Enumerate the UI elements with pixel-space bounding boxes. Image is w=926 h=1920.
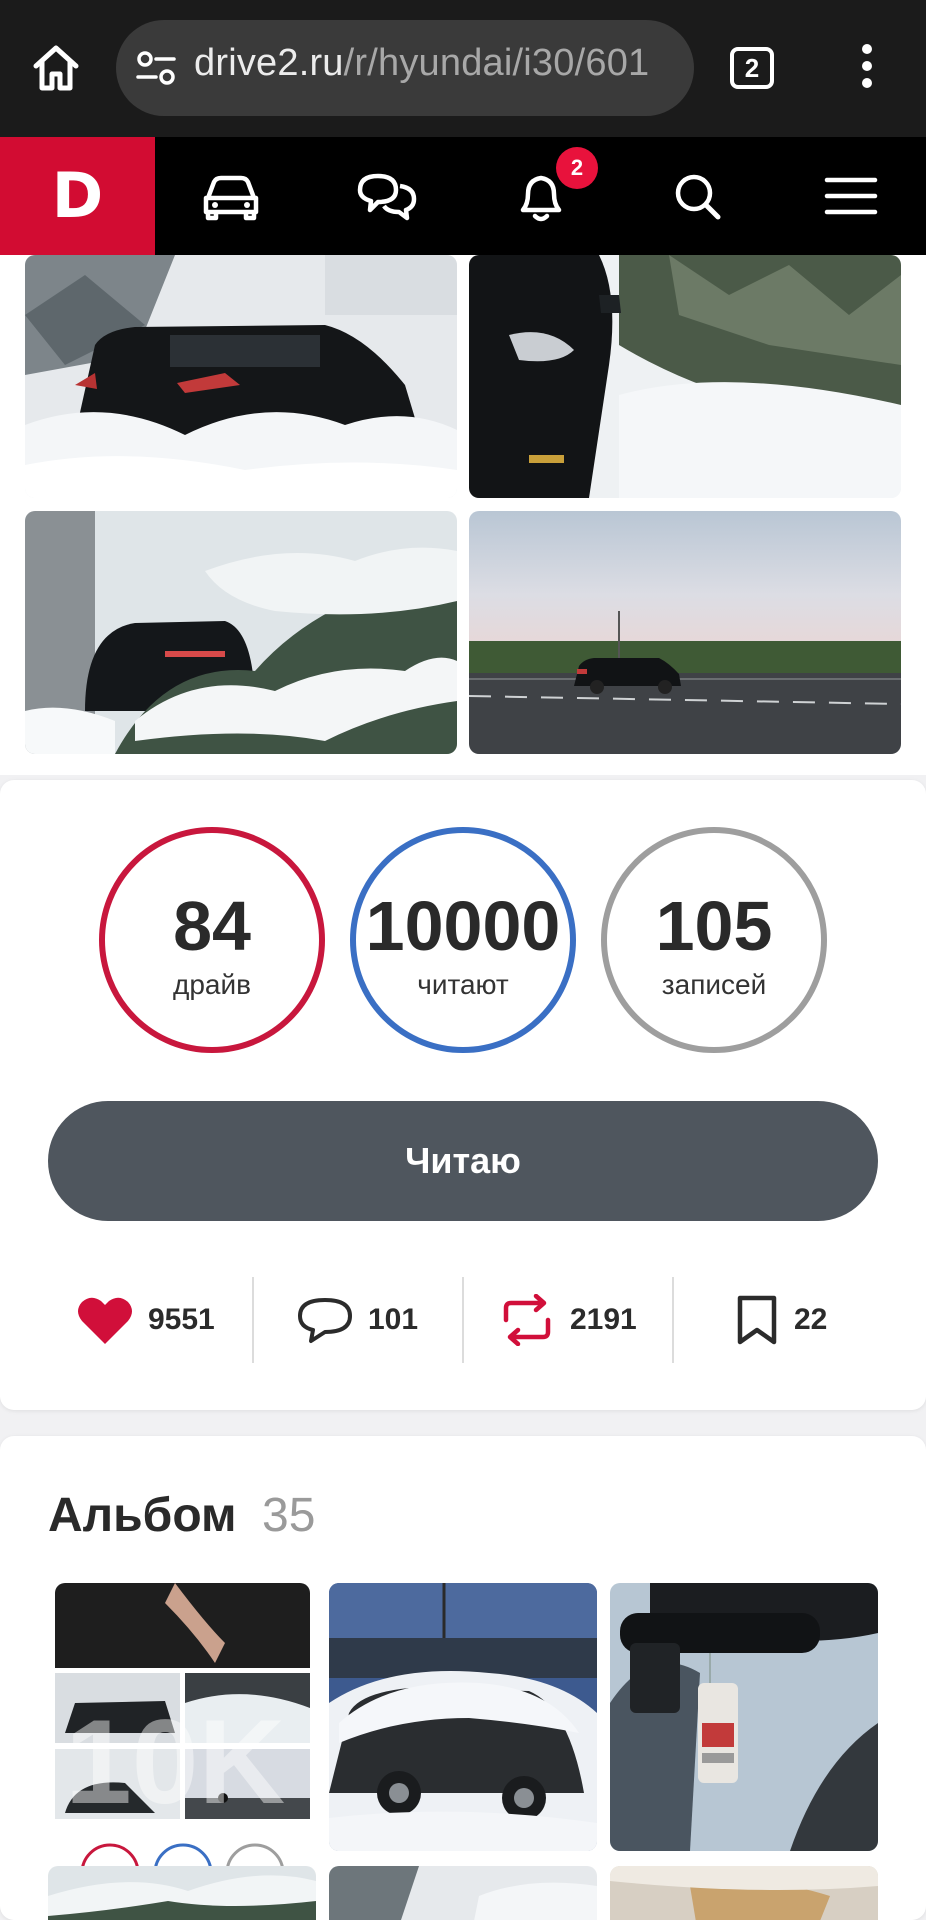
photo-car-front-snow[interactable]: [469, 255, 901, 498]
likes-count: 9551: [148, 1303, 215, 1336]
url-text[interactable]: drive2.ru/r/hyundai/i30/601: [194, 42, 649, 85]
divider: [672, 1277, 674, 1363]
read-toggle-button[interactable]: Читаю: [48, 1101, 878, 1221]
readers-stat-circle[interactable]: 10000 читают: [350, 827, 576, 1053]
more-menu-icon[interactable]: [860, 44, 874, 94]
photo-car-on-road[interactable]: [469, 511, 901, 754]
heart-icon: [78, 1297, 132, 1344]
repost-button[interactable]: 2191: [498, 1277, 637, 1363]
photo-car-behind-fir[interactable]: [25, 511, 457, 754]
comment-icon: [298, 1298, 352, 1343]
repost-icon: [503, 1294, 551, 1346]
profile-stats-card: 84 драйв 10000 читают 105 записей Читаю …: [0, 780, 926, 1410]
bookmark-icon: [737, 1295, 777, 1345]
posts-value: 105: [655, 887, 773, 965]
album-thumb-row2-1[interactable]: [48, 1866, 316, 1920]
comments-button[interactable]: 101: [296, 1277, 418, 1363]
bookmarks-count: 22: [794, 1303, 828, 1336]
album-thumb-row2-3[interactable]: [610, 1866, 878, 1920]
like-button[interactable]: 9551: [76, 1277, 215, 1363]
notification-badge: 2: [556, 147, 598, 189]
divider: [462, 1277, 464, 1363]
collage-overlay-text: 10K: [65, 1695, 285, 1829]
address-bar[interactable]: drive2.ru/r/hyundai/i30/601: [116, 20, 694, 116]
album-thumb-mirror-tag[interactable]: [610, 1583, 878, 1851]
browser-toolbar: drive2.ru/r/hyundai/i30/601 2: [0, 0, 926, 137]
drive-stat-circle[interactable]: 84 драйв: [99, 827, 325, 1053]
url-path: /r/hyundai/i30/601: [343, 42, 650, 84]
drive-label: драйв: [173, 969, 251, 1000]
album-section: Альбом 35 10K: [0, 1436, 926, 1920]
album-count: 35: [262, 1489, 316, 1542]
drive-value: 84: [173, 887, 251, 965]
car-icon[interactable]: [198, 166, 264, 226]
album-thumb-row2-2[interactable]: [329, 1866, 597, 1920]
posts-label: записей: [661, 969, 767, 1000]
album-thumb-snow-car[interactable]: [329, 1583, 597, 1851]
tab-switcher-button[interactable]: 2: [730, 47, 774, 89]
site-settings-icon[interactable]: [136, 50, 176, 86]
bookmark-button[interactable]: 22: [734, 1277, 827, 1363]
url-domain: drive2.ru: [194, 42, 344, 84]
divider: [252, 1277, 254, 1363]
drive2-logo[interactable]: D: [0, 137, 155, 255]
car-photo-grid: [0, 255, 926, 775]
site-nav: D 2: [0, 137, 926, 255]
hamburger-menu-icon[interactable]: [818, 166, 884, 226]
action-bar: 9551 101 2191 22: [0, 1277, 926, 1363]
album-title[interactable]: Альбом: [48, 1488, 237, 1543]
readers-value: 10000: [365, 887, 561, 965]
reposts-count: 2191: [570, 1303, 637, 1336]
home-icon[interactable]: [28, 40, 84, 96]
search-icon[interactable]: [664, 166, 730, 226]
album-thumb-collage[interactable]: 10K: [55, 1583, 310, 1883]
comments-count: 101: [368, 1303, 419, 1336]
posts-stat-circle[interactable]: 105 записей: [601, 827, 827, 1053]
readers-label: читают: [417, 969, 509, 1000]
chat-bubbles-icon[interactable]: [354, 166, 420, 226]
photo-car-rear-snow[interactable]: [25, 255, 457, 498]
